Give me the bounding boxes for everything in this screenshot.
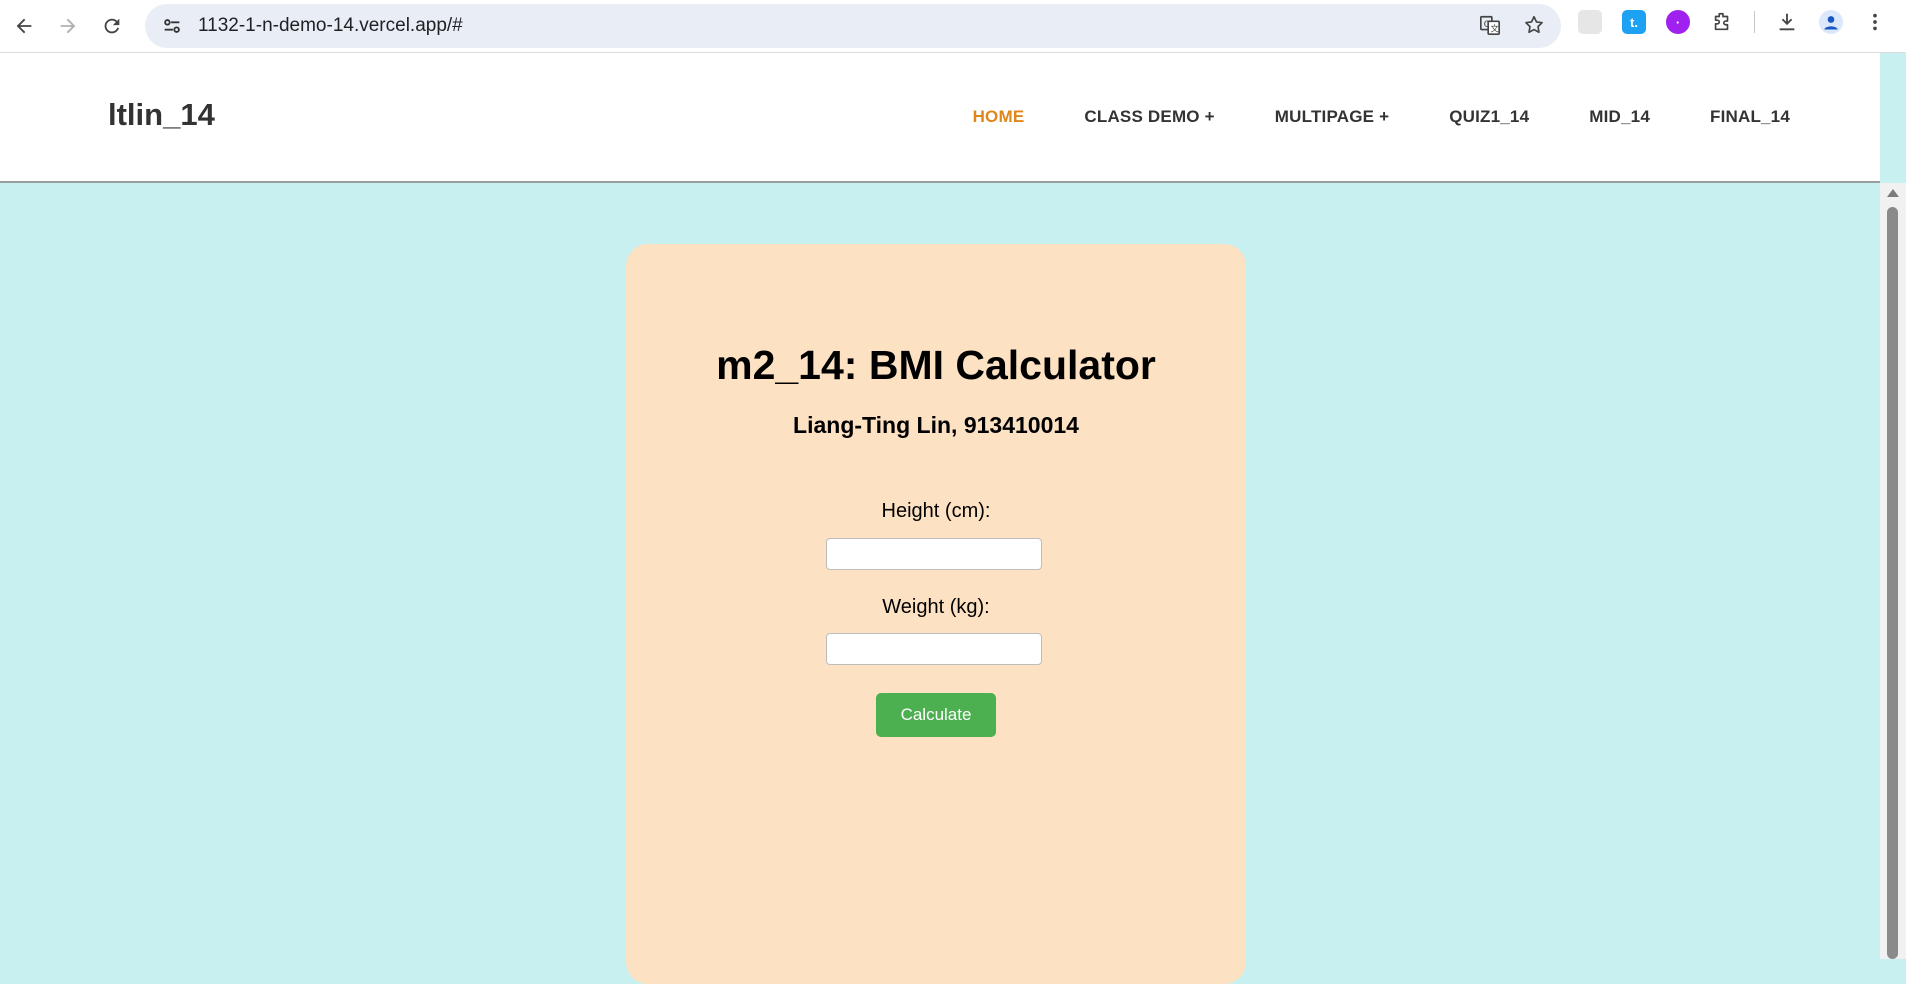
reload-button[interactable]: [90, 4, 134, 48]
scroll-thumb[interactable]: [1887, 207, 1898, 959]
arrow-right-icon: [60, 18, 76, 34]
bmi-card: m2_14: BMI Calculator Liang-Ting Lin, 91…: [626, 244, 1246, 984]
nav-mid[interactable]: MID_14: [1589, 107, 1650, 127]
extension-t-icon[interactable]: t.: [1622, 10, 1646, 34]
height-label: Height (cm):: [881, 500, 991, 522]
nav-multipage[interactable]: MULTIPAGE +: [1275, 107, 1389, 127]
page-scrollbar[interactable]: [1880, 183, 1906, 959]
nav-final[interactable]: FINAL_14: [1710, 107, 1790, 127]
site-brand[interactable]: ltlin_14: [108, 97, 215, 133]
extensions-puzzle-icon[interactable]: [1710, 10, 1734, 34]
svg-text:文: 文: [1490, 23, 1498, 33]
toolbar-separator: [1754, 11, 1755, 33]
download-icon[interactable]: [1775, 10, 1799, 34]
weight-input[interactable]: [826, 633, 1042, 665]
menu-kebab-icon[interactable]: [1863, 10, 1887, 34]
nav-class-demo[interactable]: CLASS DEMO +: [1084, 107, 1214, 127]
scroll-up-arrow-icon[interactable]: [1887, 189, 1899, 197]
arrow-left-icon: [16, 18, 32, 34]
forward-button[interactable]: [46, 4, 90, 48]
nav-quiz1[interactable]: QUIZ1_14: [1449, 107, 1529, 127]
main-nav: HOME CLASS DEMO + MULTIPAGE + QUIZ1_14 M…: [973, 107, 1790, 127]
browser-toolbar: 1132-1-n-demo-14.vercel.app/# G文 t. ·: [0, 0, 1906, 53]
author-subtitle: Liang-Ting Lin, 913410014: [793, 412, 1079, 438]
url-text[interactable]: 1132-1-n-demo-14.vercel.app/#: [198, 15, 463, 37]
back-button[interactable]: [2, 4, 46, 48]
extension-placeholder-icon[interactable]: [1578, 10, 1602, 34]
extension-purple-icon[interactable]: ·: [1666, 10, 1690, 34]
address-bar[interactable]: 1132-1-n-demo-14.vercel.app/# G文: [145, 4, 1561, 48]
translate-icon[interactable]: G文: [1477, 12, 1503, 38]
profile-avatar-icon[interactable]: [1819, 10, 1843, 34]
site-info-icon[interactable]: [160, 14, 184, 38]
nav-home[interactable]: HOME: [973, 107, 1025, 127]
page-title: m2_14: BMI Calculator: [716, 342, 1156, 388]
site-header: ltlin_14 HOME CLASS DEMO + MULTIPAGE + Q…: [0, 53, 1880, 183]
calculate-button[interactable]: Calculate: [876, 693, 996, 737]
reload-icon: [104, 18, 120, 34]
bookmark-star-icon[interactable]: [1521, 12, 1547, 38]
height-input[interactable]: [826, 538, 1042, 570]
weight-label: Weight (kg):: [882, 596, 990, 618]
